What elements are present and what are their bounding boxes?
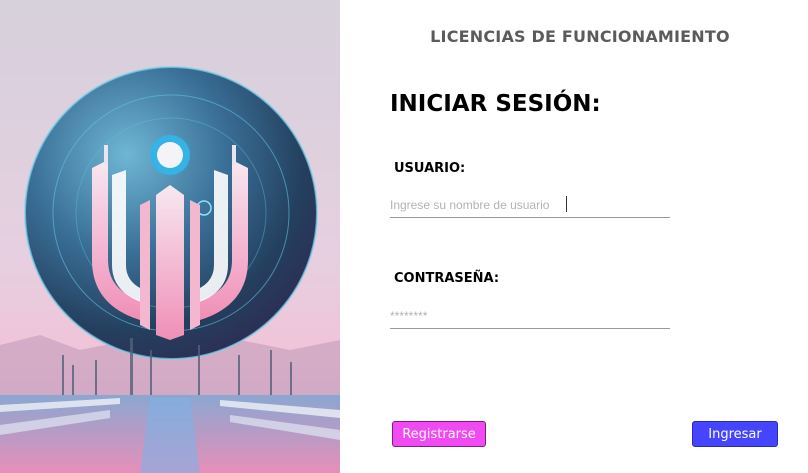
username-input[interactable] — [390, 193, 670, 218]
login-button[interactable]: Ingresar — [692, 421, 778, 447]
text-cursor — [566, 196, 567, 212]
username-label: USUARIO: — [394, 161, 466, 176]
login-form-panel: LICENCIAS DE FUNCIONAMIENTO INICIAR SESI… — [340, 0, 808, 473]
app-title: LICENCIAS DE FUNCIONAMIENTO — [430, 27, 730, 46]
hero-illustration — [0, 0, 340, 473]
password-label: CONTRASEÑA: — [394, 271, 500, 286]
password-input[interactable] — [390, 304, 670, 329]
login-page: LICENCIAS DE FUNCIONAMIENTO INICIAR SESI… — [0, 0, 808, 473]
login-heading: INICIAR SESIÓN: — [390, 91, 601, 117]
register-button[interactable]: Registrarse — [392, 421, 486, 447]
